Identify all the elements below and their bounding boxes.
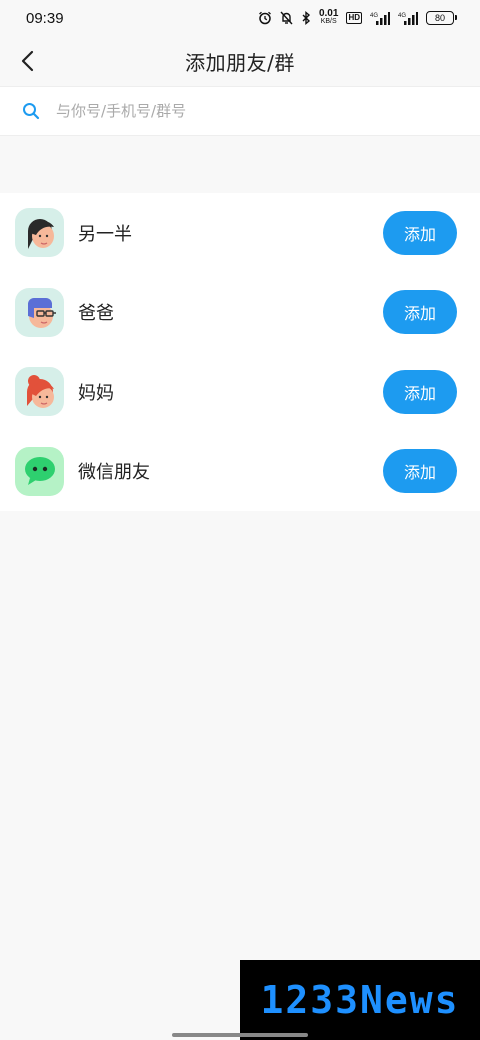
add-button[interactable]: 添加: [383, 210, 457, 255]
page-title: 添加朋友/群: [185, 50, 295, 75]
bluetooth-icon: [302, 11, 311, 25]
contact-label: 微信朋友: [78, 462, 150, 484]
add-button[interactable]: 添加: [383, 290, 457, 335]
contact-label: 爸爸: [78, 303, 114, 325]
search-bar[interactable]: [0, 86, 480, 136]
watermark-logo: 1233News: [240, 960, 480, 1040]
svg-text:4G: 4G: [398, 13, 406, 19]
battery-icon: 80: [426, 11, 457, 25]
contact-label: 另一半: [78, 223, 132, 245]
contact-label: 妈妈: [78, 382, 114, 404]
status-bar: 09:39 0.01 KB/S HD 4G 4G 80: [0, 0, 480, 36]
search-icon: [23, 103, 40, 120]
back-arrow-icon: [21, 50, 34, 72]
alarm-icon: [259, 11, 271, 25]
hd-badge: HD: [346, 12, 362, 24]
list-item-wechat[interactable]: 微信朋友 添加: [0, 432, 480, 512]
woman-bun-avatar-icon: [15, 367, 64, 417]
svg-text:4G: 4G: [370, 13, 378, 19]
mute-icon: [280, 11, 293, 25]
wechat-icon: [15, 446, 64, 496]
list-item-mother[interactable]: 妈妈 添加: [0, 352, 480, 432]
back-button[interactable]: [12, 46, 42, 76]
home-indicator[interactable]: [172, 1033, 308, 1037]
add-button[interactable]: 添加: [383, 449, 457, 494]
signal-icon-2: 4G: [398, 12, 418, 25]
network-speed: 0.01 KB/S: [318, 8, 339, 26]
status-icons: 0.01 KB/S HD 4G 4G 80: [258, 8, 457, 26]
man-glasses-avatar-icon: [15, 287, 64, 337]
list-item-father[interactable]: 爸爸 添加: [0, 273, 480, 353]
contact-list: 另一半 添加 爸爸 添加 妈妈 添加 微信朋友 添加: [0, 193, 480, 511]
list-item-partner[interactable]: 另一半 添加: [0, 193, 480, 273]
add-button[interactable]: 添加: [383, 369, 457, 414]
nav-bar: 添加朋友/群: [0, 36, 480, 86]
woman-avatar-icon: [15, 208, 64, 258]
status-time: 09:39: [26, 9, 64, 27]
signal-icon: 4G: [370, 12, 390, 25]
search-input[interactable]: [56, 102, 436, 120]
